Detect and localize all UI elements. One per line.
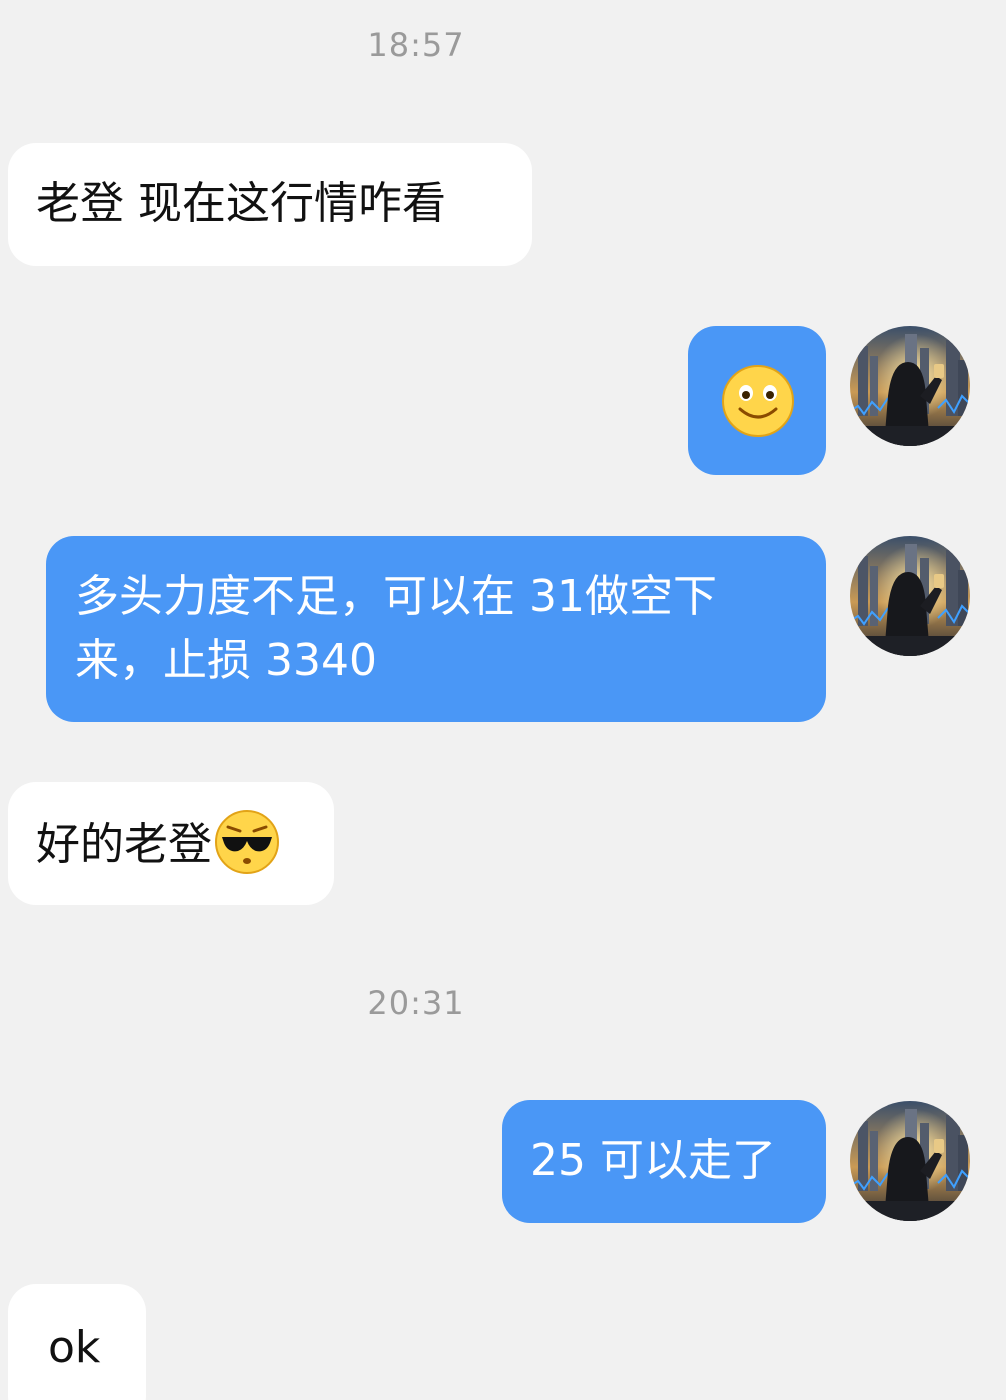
avatar-image xyxy=(850,1101,970,1221)
incoming-message[interactable]: 老登 现在这行情咋看 xyxy=(8,143,532,266)
smile-emoji-icon xyxy=(720,363,796,439)
outgoing-message[interactable]: 多头力度不足，可以在 31做空下来，止损 3340 xyxy=(46,536,826,722)
chat-window: 18:57 老登 现在这行情咋看 多头力度不足，可以在 31做空下来，止损 33… xyxy=(0,0,1006,1400)
outgoing-message[interactable]: 25 可以走了 xyxy=(502,1100,826,1223)
message-text: ok xyxy=(48,1322,101,1373)
incoming-message[interactable]: ok xyxy=(8,1284,146,1400)
avatar[interactable] xyxy=(850,536,970,656)
outgoing-message[interactable] xyxy=(688,326,826,475)
cool-sunglasses-emoji-icon xyxy=(214,809,280,875)
incoming-message[interactable]: 好的老登 xyxy=(8,782,334,905)
avatar[interactable] xyxy=(850,326,970,446)
timestamp: 18:57 xyxy=(367,26,465,64)
avatar[interactable] xyxy=(850,1101,970,1221)
avatar-image xyxy=(850,326,970,446)
message-text: 老登 现在这行情咋看 xyxy=(36,178,446,229)
message-text: 25 可以走了 xyxy=(530,1135,776,1186)
timestamp: 20:31 xyxy=(367,984,465,1022)
message-text: 多头力度不足，可以在 31做空下来，止损 3340 xyxy=(75,571,717,686)
message-text: 好的老登 xyxy=(36,819,212,870)
avatar-image xyxy=(850,536,970,656)
